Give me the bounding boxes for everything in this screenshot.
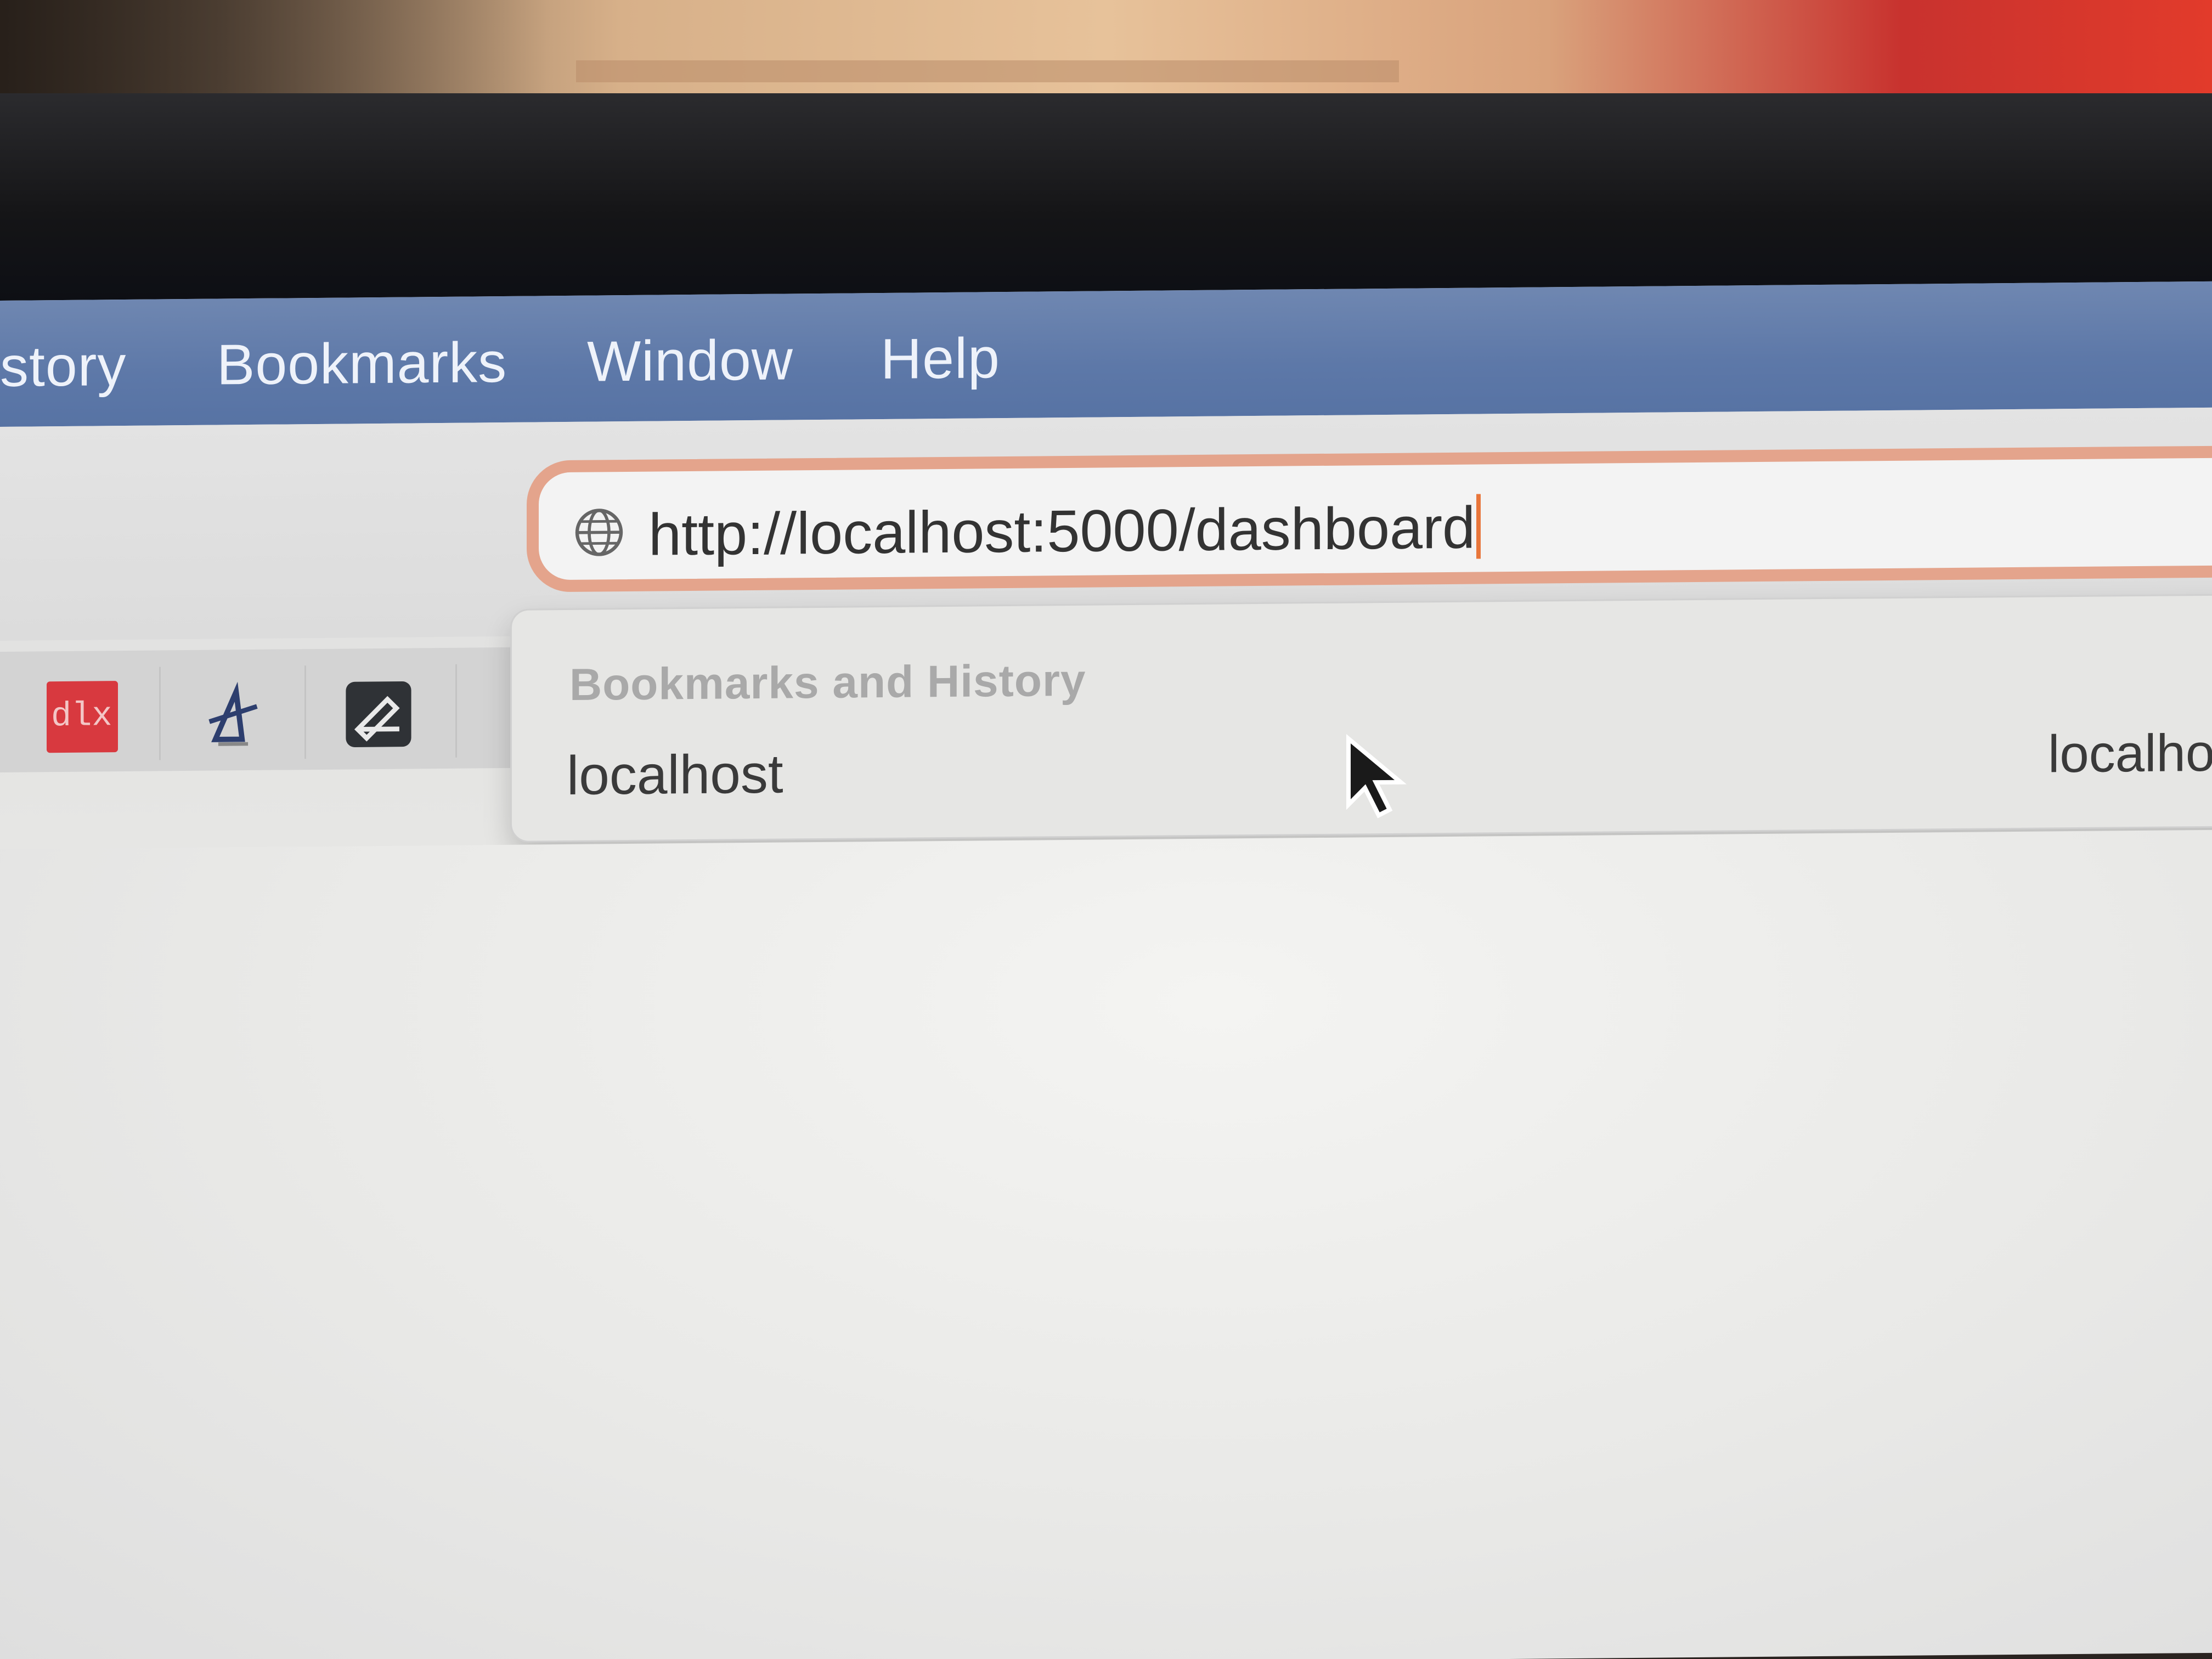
laptop-screen: story Bookmarks Window Help http://local… [0,281,2212,1659]
menu-bar: story Bookmarks Window Help [0,281,2212,427]
menu-window[interactable]: Window [587,328,793,394]
dlx-label: dlx [51,696,112,736]
suggestion-url: localho [2048,723,2212,784]
bookmark-separator [159,667,161,760]
address-input[interactable]: http://localhost:5000/dashboard [648,493,1481,568]
mouse-pointer-icon [1346,733,1407,819]
address-bar[interactable]: http://localhost:5000/dashboard [527,445,2212,592]
globe-icon [575,509,623,556]
address-value: http://localhost:5000/dashboard [648,494,1476,568]
suggestions-section-heading: Bookmarks and History [569,655,1086,710]
room-shadow [0,0,549,104]
pen-icon[interactable] [343,678,414,750]
room-background [0,0,2212,104]
text-caret [1476,494,1481,559]
menu-bookmarks[interactable]: Bookmarks [217,330,507,398]
suggestion-item[interactable]: localhost [567,743,783,808]
menu-history[interactable]: story [0,334,126,400]
dlx-bookmark[interactable]: dlx [47,681,118,753]
photo-scene: story Bookmarks Window Help http://local… [0,0,2212,1659]
room-ledge [576,60,1399,82]
bookmarks-bar: dlx [0,647,527,772]
menu-help[interactable]: Help [881,326,1000,392]
page-content-area [0,830,2212,1659]
triangle-logo-icon[interactable] [198,680,269,752]
bookmark-separator [304,665,306,759]
bookmark-separator [455,664,457,758]
laptop-bezel [0,93,2212,313]
